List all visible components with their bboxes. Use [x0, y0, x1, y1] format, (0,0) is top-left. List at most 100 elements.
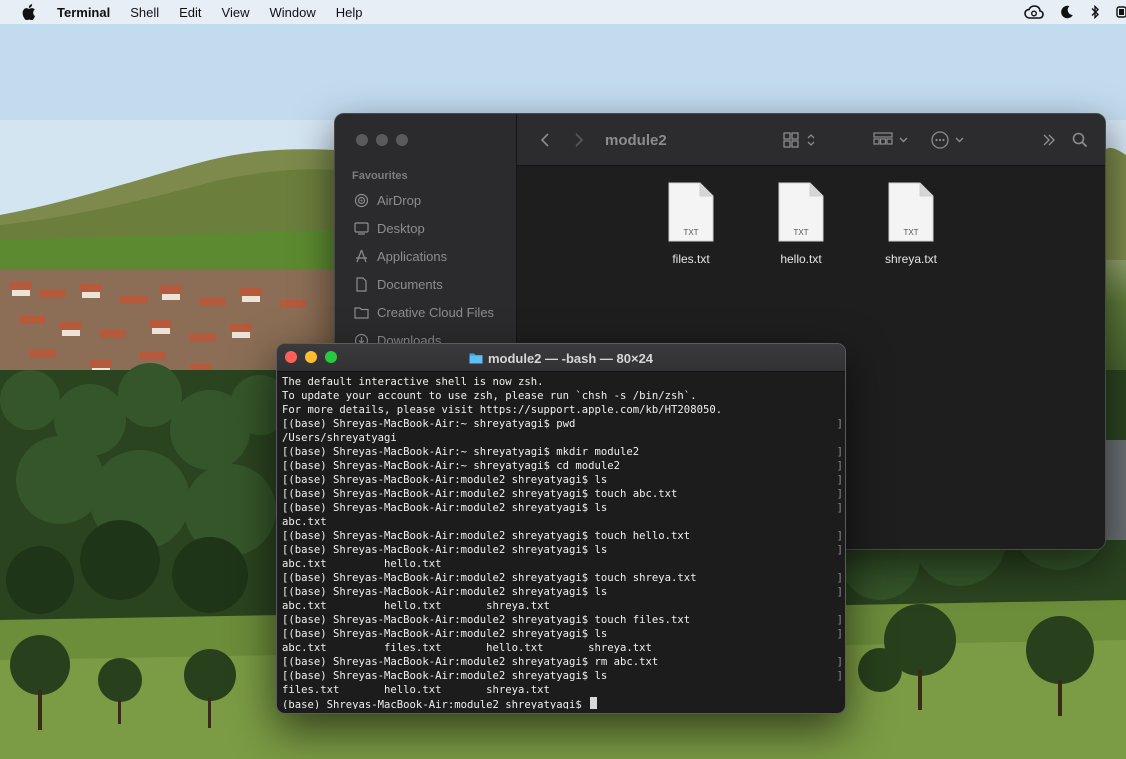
terminal-cursor — [590, 697, 598, 709]
terminal-line: [(base) Shreyas-MacBook-Air:module2 shre… — [282, 613, 841, 627]
terminal-line-text: [(base) Shreyas-MacBook-Air:module2 shre… — [282, 586, 608, 598]
menu-shell[interactable]: Shell — [130, 5, 159, 20]
txt-file-icon: TXT — [778, 182, 824, 242]
terminal-line-text: abc.txt — [282, 516, 327, 528]
terminal-line-text: /Users/shreyatyagi — [282, 432, 397, 444]
moon-icon[interactable] — [1060, 5, 1074, 19]
file-name: files.txt — [672, 252, 710, 266]
icon-view-toggle[interactable] — [783, 114, 819, 166]
sidebar-item-label: Applications — [377, 248, 448, 264]
sidebar-item-label: Desktop — [377, 220, 425, 236]
terminal-window-title: module2 — -bash — 80×24 — [277, 344, 845, 372]
terminal-minimize-button[interactable] — [305, 351, 317, 363]
desktop-icon — [353, 220, 369, 236]
folder-icon — [353, 304, 369, 320]
terminal-zoom-button[interactable] — [325, 351, 337, 363]
terminal-line-text: [(base) Shreyas-MacBook-Air:module2 shre… — [282, 628, 608, 640]
terminal-line: [(base) Shreyas-MacBook-Air:module2 shre… — [282, 571, 841, 585]
back-button[interactable] — [539, 114, 551, 166]
finder-close-button[interactable] — [356, 134, 368, 146]
apple-menu-icon[interactable] — [20, 0, 38, 24]
terminal-line: abc.txt hello.txt — [282, 557, 841, 571]
terminal-line-text: [(base) Shreyas-MacBook-Air:module2 shre… — [282, 474, 608, 486]
terminal-line: [(base) Shreyas-MacBook-Air:module2 shre… — [282, 669, 841, 683]
finder-minimize-button[interactable] — [376, 134, 388, 146]
file-item[interactable]: TXT hello.txt — [756, 182, 846, 266]
terminal-line: [(base) Shreyas-MacBook-Air:module2 shre… — [282, 487, 841, 501]
terminal-line: The default interactive shell is now zsh… — [282, 375, 841, 389]
terminal-prompt-line: (base) Shreyas-MacBook-Air:module2 shrey… — [282, 697, 841, 709]
menu-app-name[interactable]: Terminal — [57, 5, 110, 20]
applications-icon — [353, 248, 369, 264]
toolbar-overflow-button[interactable] — [1041, 114, 1057, 166]
terminal-line-text: [(base) Shreyas-MacBook-Air:~ shreyatyag… — [282, 446, 640, 458]
forward-button[interactable] — [573, 114, 585, 166]
battery-icon[interactable] — [1116, 5, 1126, 19]
txt-file-icon: TXT — [668, 182, 714, 242]
terminal-line-text: abc.txt hello.txt shreya.txt — [282, 600, 550, 612]
group-icon — [873, 132, 908, 145]
search-button[interactable] — [1072, 114, 1088, 166]
finder-toolbar: module2 — [517, 114, 1105, 166]
terminal-window: module2 — -bash — 80×24 The default inte… — [276, 343, 846, 714]
sidebar-item-applications[interactable]: Applications — [353, 245, 447, 267]
terminal-line: For more details, please visit https://s… — [282, 403, 841, 417]
terminal-line-text: The default interactive shell is now zsh… — [282, 376, 544, 388]
terminal-title-text: module2 — -bash — 80×24 — [487, 350, 654, 366]
group-by-button[interactable] — [873, 114, 911, 166]
terminal-line-text: [(base) Shreyas-MacBook-Air:~ shreyatyag… — [282, 418, 576, 430]
terminal-line-text: [(base) Shreyas-MacBook-Air:module2 shre… — [282, 656, 659, 668]
terminal-line: [(base) Shreyas-MacBook-Air:module2 shre… — [282, 585, 841, 599]
terminal-line-text: [(base) Shreyas-MacBook-Air:module2 shre… — [282, 488, 678, 500]
creative-cloud-icon[interactable] — [1024, 5, 1044, 19]
terminal-line: [(base) Shreyas-MacBook-Air:~ shreyatyag… — [282, 459, 841, 473]
sidebar-item-airdrop[interactable]: AirDrop — [353, 189, 421, 211]
terminal-line: [(base) Shreyas-MacBook-Air:~ shreyatyag… — [282, 417, 841, 431]
terminal-line: abc.txt — [282, 515, 841, 529]
grid-view-icon — [783, 132, 815, 148]
terminal-close-button[interactable] — [285, 351, 297, 363]
menu-view[interactable]: View — [222, 5, 250, 20]
action-menu-button[interactable] — [931, 114, 967, 166]
terminal-line: [(base) Shreyas-MacBook-Air:module2 shre… — [282, 543, 841, 557]
terminal-line: /Users/shreyatyagi — [282, 431, 841, 445]
terminal-line-text: [(base) Shreyas-MacBook-Air:module2 shre… — [282, 530, 691, 542]
ellipsis-circle-icon — [931, 131, 964, 149]
menu-edit[interactable]: Edit — [179, 5, 201, 20]
terminal-line: [(base) Shreyas-MacBook-Air:module2 shre… — [282, 529, 841, 543]
search-icon — [1072, 132, 1088, 148]
sidebar-item-documents[interactable]: Documents — [353, 273, 443, 295]
sidebar-item-desktop[interactable]: Desktop — [353, 217, 425, 239]
menu-help[interactable]: Help — [336, 5, 363, 20]
terminal-line: abc.txt hello.txt shreya.txt — [282, 599, 841, 613]
sidebar-item-creative-cloud-files[interactable]: Creative Cloud Files — [353, 301, 494, 323]
terminal-line: [(base) Shreyas-MacBook-Air:module2 shre… — [282, 655, 841, 669]
terminal-line-text: [(base) Shreyas-MacBook-Air:module2 shre… — [282, 670, 608, 682]
terminal-line-text: abc.txt hello.txt — [282, 558, 442, 570]
file-name: shreya.txt — [884, 252, 938, 266]
terminal-line-text: files.txt hello.txt shreya.txt — [282, 684, 550, 696]
bluetooth-icon[interactable] — [1090, 5, 1100, 19]
terminal-line: To update your account to use zsh, pleas… — [282, 389, 841, 403]
terminal-line: [(base) Shreyas-MacBook-Air:module2 shre… — [282, 627, 841, 641]
folder-icon — [469, 353, 483, 364]
terminal-line: files.txt hello.txt shreya.txt — [282, 683, 841, 697]
airdrop-icon — [353, 192, 369, 208]
txt-file-icon: TXT — [888, 182, 934, 242]
sidebar-item-label: Documents — [377, 276, 443, 292]
menu-window[interactable]: Window — [270, 5, 316, 20]
terminal-output[interactable]: The default interactive shell is now zsh… — [282, 375, 841, 709]
file-item[interactable]: TXT files.txt — [646, 182, 736, 266]
finder-zoom-button[interactable] — [396, 134, 408, 146]
sidebar-item-label: AirDrop — [377, 192, 422, 208]
file-item[interactable]: TXT shreya.txt — [866, 182, 956, 266]
menu-bar: Terminal Shell Edit View Window Help — [0, 0, 1126, 24]
file-type-label: TXT — [793, 228, 808, 237]
terminal-titlebar[interactable]: module2 — -bash — 80×24 — [277, 344, 845, 372]
terminal-line-text: For more details, please visit https://s… — [282, 404, 723, 416]
file-type-label: TXT — [683, 228, 698, 237]
file-type-label: TXT — [903, 228, 918, 237]
sidebar-section-title: Favourites — [352, 170, 408, 182]
terminal-line-text: [(base) Shreyas-MacBook-Air:module2 shre… — [282, 502, 608, 514]
terminal-line-text: [(base) Shreyas-MacBook-Air:~ shreyatyag… — [282, 460, 621, 472]
